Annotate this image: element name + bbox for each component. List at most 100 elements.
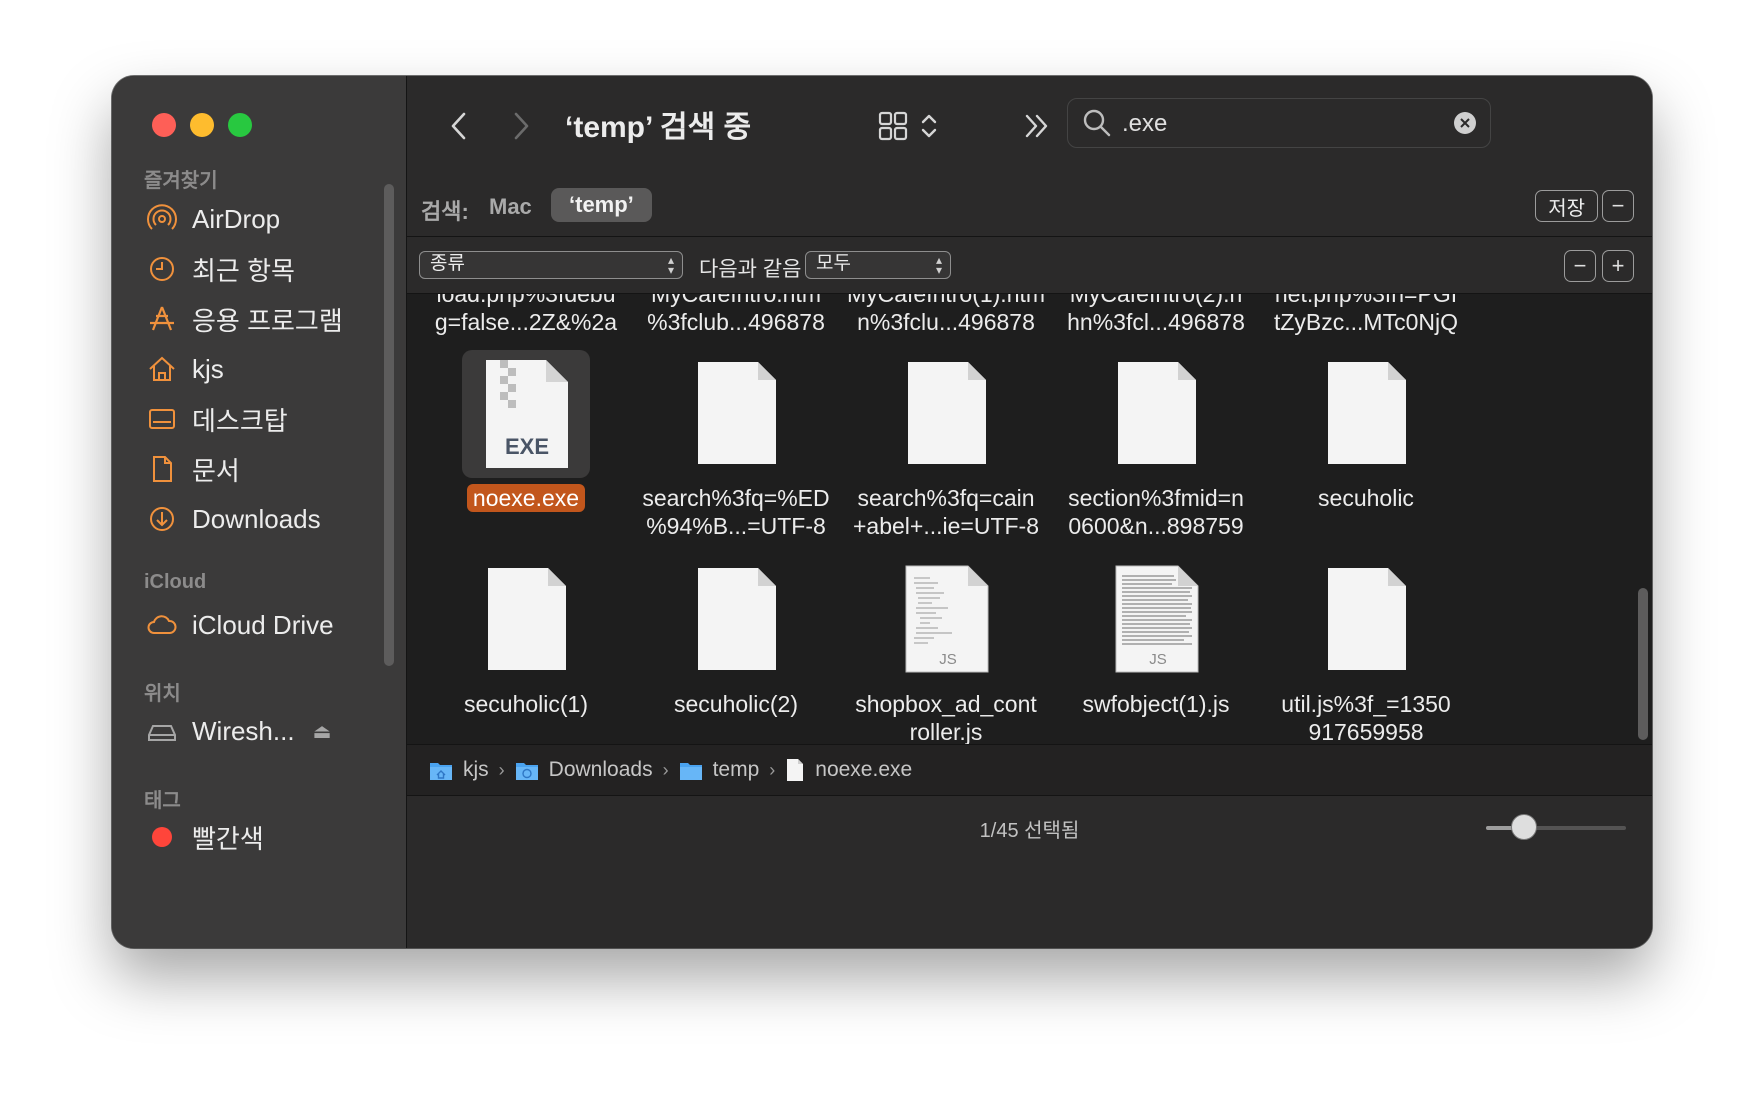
- file-item[interactable]: JS shopbox_ad_cont roller.js: [841, 556, 1051, 744]
- file-item[interactable]: search%3fq=%ED %94%B...=UTF-8: [631, 350, 841, 539]
- zoom-window-button[interactable]: [228, 113, 252, 137]
- sidebar-item-label: 응용 프로그램: [192, 305, 343, 336]
- minus-icon[interactable]: −: [1602, 190, 1634, 222]
- back-button[interactable]: [439, 102, 479, 150]
- close-window-button[interactable]: [152, 113, 176, 137]
- file-item[interactable]: secuholic: [1261, 350, 1471, 530]
- minimize-window-button[interactable]: [190, 113, 214, 137]
- sidebar-item-label: Downloads: [192, 503, 321, 534]
- file-name-line: n%3fclu...496878: [857, 309, 1035, 335]
- favorites-section-label: 즐겨찾기: [144, 170, 218, 192]
- scope-mac-button[interactable]: Mac: [489, 194, 532, 220]
- file-name-line: +abel+...ie=UTF-8: [852, 513, 1039, 539]
- sidebar-item-label: AirDrop: [192, 203, 281, 234]
- document-icon: [146, 453, 178, 485]
- sidebar-item-applications[interactable]: 응용 프로그램: [146, 296, 343, 342]
- file-item[interactable]: section%3fmid=n 0600&n...898759: [1051, 350, 1261, 539]
- search-field[interactable]: [1067, 98, 1491, 148]
- path-label: Downloads: [548, 758, 653, 781]
- path-item-downloads[interactable]: Downloads: [515, 758, 653, 782]
- sidebar-item-desktop[interactable]: 데스크탑: [146, 396, 288, 442]
- path-separator-icon: ›: [498, 759, 505, 780]
- toolbar: ‘temp’ 검색 중: [407, 76, 1652, 181]
- sidebar-item-icloud-drive[interactable]: iCloud Drive: [146, 602, 334, 648]
- sidebar-item-label: 최근 항목: [192, 255, 295, 286]
- file-item[interactable]: secuholic(1): [421, 556, 631, 736]
- file-item[interactable]: load.php%3fdebu g=false...2Z&%2a: [421, 294, 631, 336]
- home-icon: [146, 353, 178, 385]
- kind-popup[interactable]: 모두 ▴ ▾: [805, 251, 951, 279]
- file-name-line: swfobject(1).js: [1082, 691, 1230, 717]
- updown-chevron-icon: ▴ ▾: [667, 253, 674, 277]
- updown-chevron-icon: [921, 114, 937, 138]
- file-name-line: shopbox_ad_cont: [855, 691, 1037, 717]
- sidebar-item-label: kjs: [192, 353, 224, 384]
- file-item[interactable]: MyCafeIntro(1).htm n%3fclu...496878: [841, 294, 1051, 336]
- red-tag-icon: [146, 821, 178, 853]
- sidebar-item-airdrop[interactable]: AirDrop: [146, 196, 280, 242]
- save-search-button[interactable]: 저장: [1535, 190, 1598, 222]
- sidebar-item-recents[interactable]: 최근 항목: [146, 246, 295, 292]
- file-name-line: roller.js: [909, 719, 983, 744]
- file-item[interactable]: secuholic(2): [631, 556, 841, 736]
- file-name-line: load.php%3fdebu: [436, 294, 616, 307]
- chevron-right-icon: [514, 112, 529, 140]
- file-item[interactable]: util.js%3f_=1350 917659958: [1261, 556, 1471, 744]
- file-name-line: section%3fmid=n: [1068, 485, 1244, 511]
- file-name-line: %3fclub...496878: [647, 309, 825, 335]
- clear-search-icon[interactable]: [1454, 112, 1476, 134]
- file-name-line: MyCafeIntro(2).h: [1069, 294, 1243, 307]
- file-name-line: secuholic(2): [674, 691, 798, 717]
- kind-value: 모두: [816, 253, 851, 274]
- file-item-selected[interactable]: EXE noexe.exe: [421, 350, 631, 530]
- file-item[interactable]: MyCafeIntro(2).h hn%3fcl...496878: [1051, 294, 1261, 336]
- sidebar-item-home[interactable]: kjs: [146, 346, 224, 392]
- attribute-value: 종류: [430, 253, 465, 274]
- file-name-line: secuholic: [1318, 485, 1414, 511]
- eject-icon[interactable]: ⏏: [313, 719, 332, 744]
- path-item-kjs[interactable]: kjs: [429, 758, 489, 782]
- remove-criteria-icon[interactable]: −: [1564, 250, 1596, 282]
- file-name-line: search%3fq=cain: [857, 485, 1035, 511]
- window-title: ‘temp’ 검색 중: [565, 111, 752, 144]
- attribute-popup[interactable]: 종류 ▴ ▾: [419, 251, 683, 279]
- path-item-file[interactable]: noexe.exe: [785, 758, 912, 782]
- js-file-icon: JS: [882, 556, 1010, 684]
- icon-size-slider[interactable]: [1486, 814, 1626, 840]
- slider-thumb[interactable]: [1510, 814, 1537, 840]
- forward-button[interactable]: [501, 102, 541, 150]
- sidebar-scrollbar[interactable]: [384, 184, 394, 666]
- file-name-line: hn%3fcl...496878: [1067, 309, 1245, 335]
- path-item-temp[interactable]: temp: [679, 758, 760, 782]
- sidebar-item-downloads[interactable]: Downloads: [146, 496, 321, 542]
- path-label: temp: [712, 758, 760, 781]
- file-grid: load.php%3fdebu g=false...2Z&%2a MyCafeI…: [407, 294, 1630, 744]
- more-toolbar-button[interactable]: [1017, 104, 1057, 148]
- sidebar-item-tag-red[interactable]: 빨간색: [146, 814, 264, 860]
- selection-status: 1/45 선택됨: [979, 820, 1080, 842]
- add-criteria-icon[interactable]: +: [1602, 250, 1634, 282]
- disk-icon: [146, 715, 178, 747]
- blank-file-icon: [672, 350, 800, 478]
- sidebar-item-disk[interactable]: Wiresh... ⏏: [146, 708, 331, 754]
- downloads-folder-icon: [515, 759, 539, 781]
- sidebar-item-label: 빨간색: [192, 823, 264, 854]
- blank-file-icon: [1092, 350, 1220, 478]
- file-name-line: secuholic(1): [464, 691, 588, 717]
- grid-scrollbar[interactable]: [1638, 588, 1648, 740]
- view-mode-button[interactable]: [877, 102, 947, 150]
- file-item[interactable]: search%3fq=cain +abel+...ie=UTF-8: [841, 350, 1051, 539]
- file-item[interactable]: MyCafeIntro.htm %3fclub...496878: [631, 294, 841, 336]
- locations-section-label: 위치: [144, 683, 181, 705]
- search-criteria-row: 종류 ▴ ▾ 다음과 같음 모두 ▴ ▾ − +: [407, 237, 1652, 294]
- sidebar-item-documents[interactable]: 문서: [146, 446, 240, 492]
- airdrop-icon: [146, 203, 178, 235]
- search-input[interactable]: [1120, 105, 1424, 143]
- file-item[interactable]: JS swfobject(1).js: [1051, 556, 1261, 736]
- file-name-line: MyCafeIntro(1).htm: [846, 294, 1046, 307]
- scope-temp-button[interactable]: ‘temp’: [551, 188, 652, 222]
- file-item[interactable]: net.php%3fn=PGI tZyBzc...MTc0NjQ: [1261, 294, 1471, 336]
- sidebar-item-label: 문서: [192, 455, 240, 486]
- file-icon: [785, 758, 805, 782]
- chevron-left-icon: [451, 112, 466, 140]
